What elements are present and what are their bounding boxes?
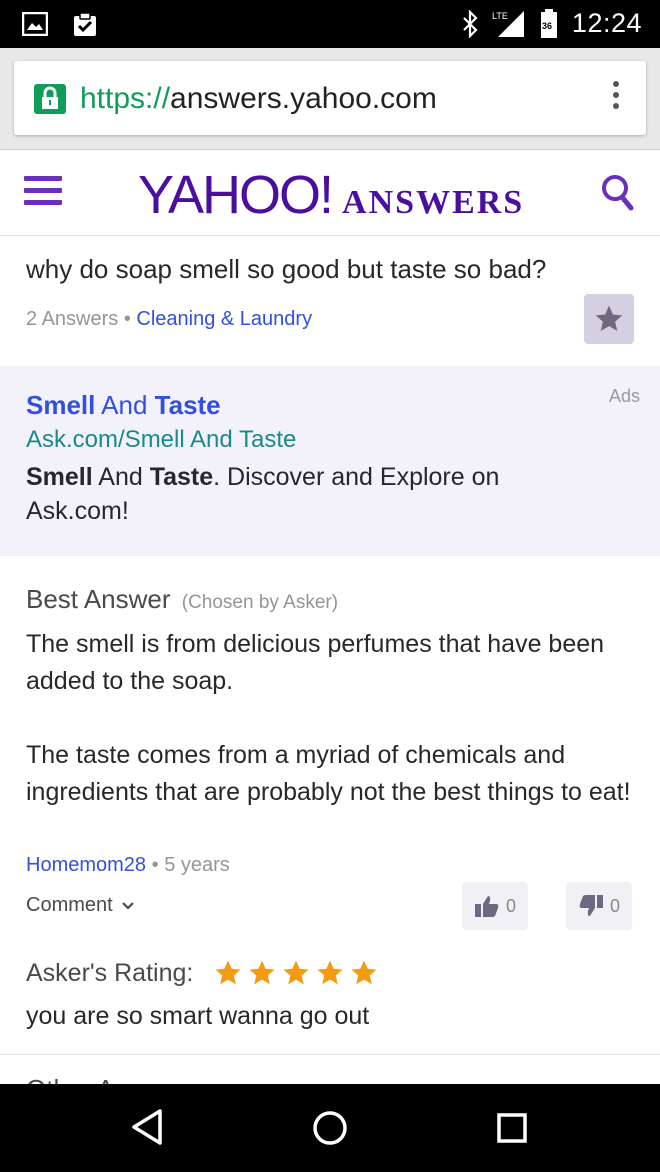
question-meta: 2 Answers • Cleaning & Laundry bbox=[26, 308, 312, 331]
rating-star-icon bbox=[317, 960, 343, 985]
yahoo-answers-logo[interactable]: YAHOO! ANSWERS bbox=[138, 164, 524, 226]
comment-toggle[interactable]: Comment bbox=[26, 894, 135, 917]
meta-separator: • bbox=[123, 308, 131, 330]
more-menu-icon[interactable] bbox=[608, 81, 624, 117]
rating-star-icon bbox=[283, 960, 309, 985]
star-icon bbox=[595, 305, 623, 331]
address-bar[interactable]: https://answers.yahoo.com bbox=[14, 61, 646, 135]
best-answer-heading: Best Answer (Chosen by Asker) bbox=[26, 584, 339, 614]
rating-comment: you are so smart wanna go out bbox=[26, 1002, 370, 1030]
url-text[interactable]: https://answers.yahoo.com bbox=[80, 80, 437, 118]
rating-star-icon bbox=[249, 960, 275, 985]
ads-label: Ads bbox=[608, 386, 640, 406]
clipboard-check-icon bbox=[74, 12, 96, 36]
thumbs-down-button[interactable]: 0 bbox=[566, 882, 632, 930]
browser-toolbar: https://answers.yahoo.com bbox=[0, 48, 660, 150]
thumbs-up-icon bbox=[474, 896, 499, 917]
answer-text: The smell is from delicious perfumes tha… bbox=[26, 630, 631, 806]
answer-age: 5 years bbox=[164, 854, 230, 876]
site-header: YAHOO! ANSWERS bbox=[0, 150, 660, 236]
recent-apps-icon[interactable] bbox=[496, 1112, 528, 1144]
question-title: why do soap smell so good but taste so b… bbox=[26, 254, 547, 284]
question-block: why do soap smell so good but taste so b… bbox=[0, 236, 660, 366]
bluetooth-icon bbox=[463, 9, 478, 38]
thumbs-up-button[interactable]: 0 bbox=[462, 882, 528, 930]
gallery-icon bbox=[22, 12, 48, 36]
lock-icon bbox=[34, 84, 66, 114]
answers-count: 2 Answers bbox=[26, 308, 119, 330]
chosen-by-asker-label: (Chosen by Asker) bbox=[181, 592, 339, 613]
clock: 12:24 bbox=[571, 8, 642, 38]
hamburger-menu-icon[interactable] bbox=[24, 176, 62, 206]
rating-star-icon bbox=[215, 960, 241, 985]
answerer-link[interactable]: Homemom28 bbox=[26, 854, 146, 876]
battery-icon: 36 bbox=[540, 8, 557, 38]
thumbs-down-icon bbox=[579, 895, 603, 916]
svg-text:36: 36 bbox=[542, 21, 552, 31]
status-bar: LTE 36 12:24 bbox=[0, 0, 660, 48]
chevron-down-icon bbox=[121, 901, 134, 910]
asker-rating: Asker's Rating: bbox=[26, 958, 379, 988]
search-icon[interactable] bbox=[600, 172, 636, 212]
thumbs-up-count: 0 bbox=[505, 895, 516, 916]
back-icon[interactable] bbox=[130, 1108, 164, 1146]
answer-meta: Homemom28 • 5 years bbox=[26, 854, 230, 876]
thumbs-down-count: 0 bbox=[609, 895, 620, 916]
system-navigation-bar bbox=[0, 1084, 660, 1172]
rating-stars bbox=[213, 958, 379, 988]
sponsored-ad[interactable]: Ads Smell And Taste Ask.com/Smell And Ta… bbox=[0, 366, 660, 556]
ad-title-link[interactable]: Smell And Taste bbox=[26, 390, 221, 421]
save-star-button[interactable] bbox=[584, 294, 634, 344]
category-link[interactable]: Cleaning & Laundry bbox=[136, 308, 312, 330]
ad-display-url[interactable]: Ask.com/Smell And Taste bbox=[26, 426, 296, 454]
ad-description: Smell And Taste. Discover and Explore on… bbox=[26, 463, 500, 525]
svg-text:LTE: LTE bbox=[492, 11, 508, 21]
home-icon[interactable] bbox=[312, 1110, 348, 1146]
divider bbox=[0, 1054, 660, 1055]
rating-star-icon bbox=[351, 960, 377, 985]
lte-signal-icon: LTE bbox=[492, 10, 524, 37]
rating-label: Asker's Rating: bbox=[26, 958, 194, 987]
